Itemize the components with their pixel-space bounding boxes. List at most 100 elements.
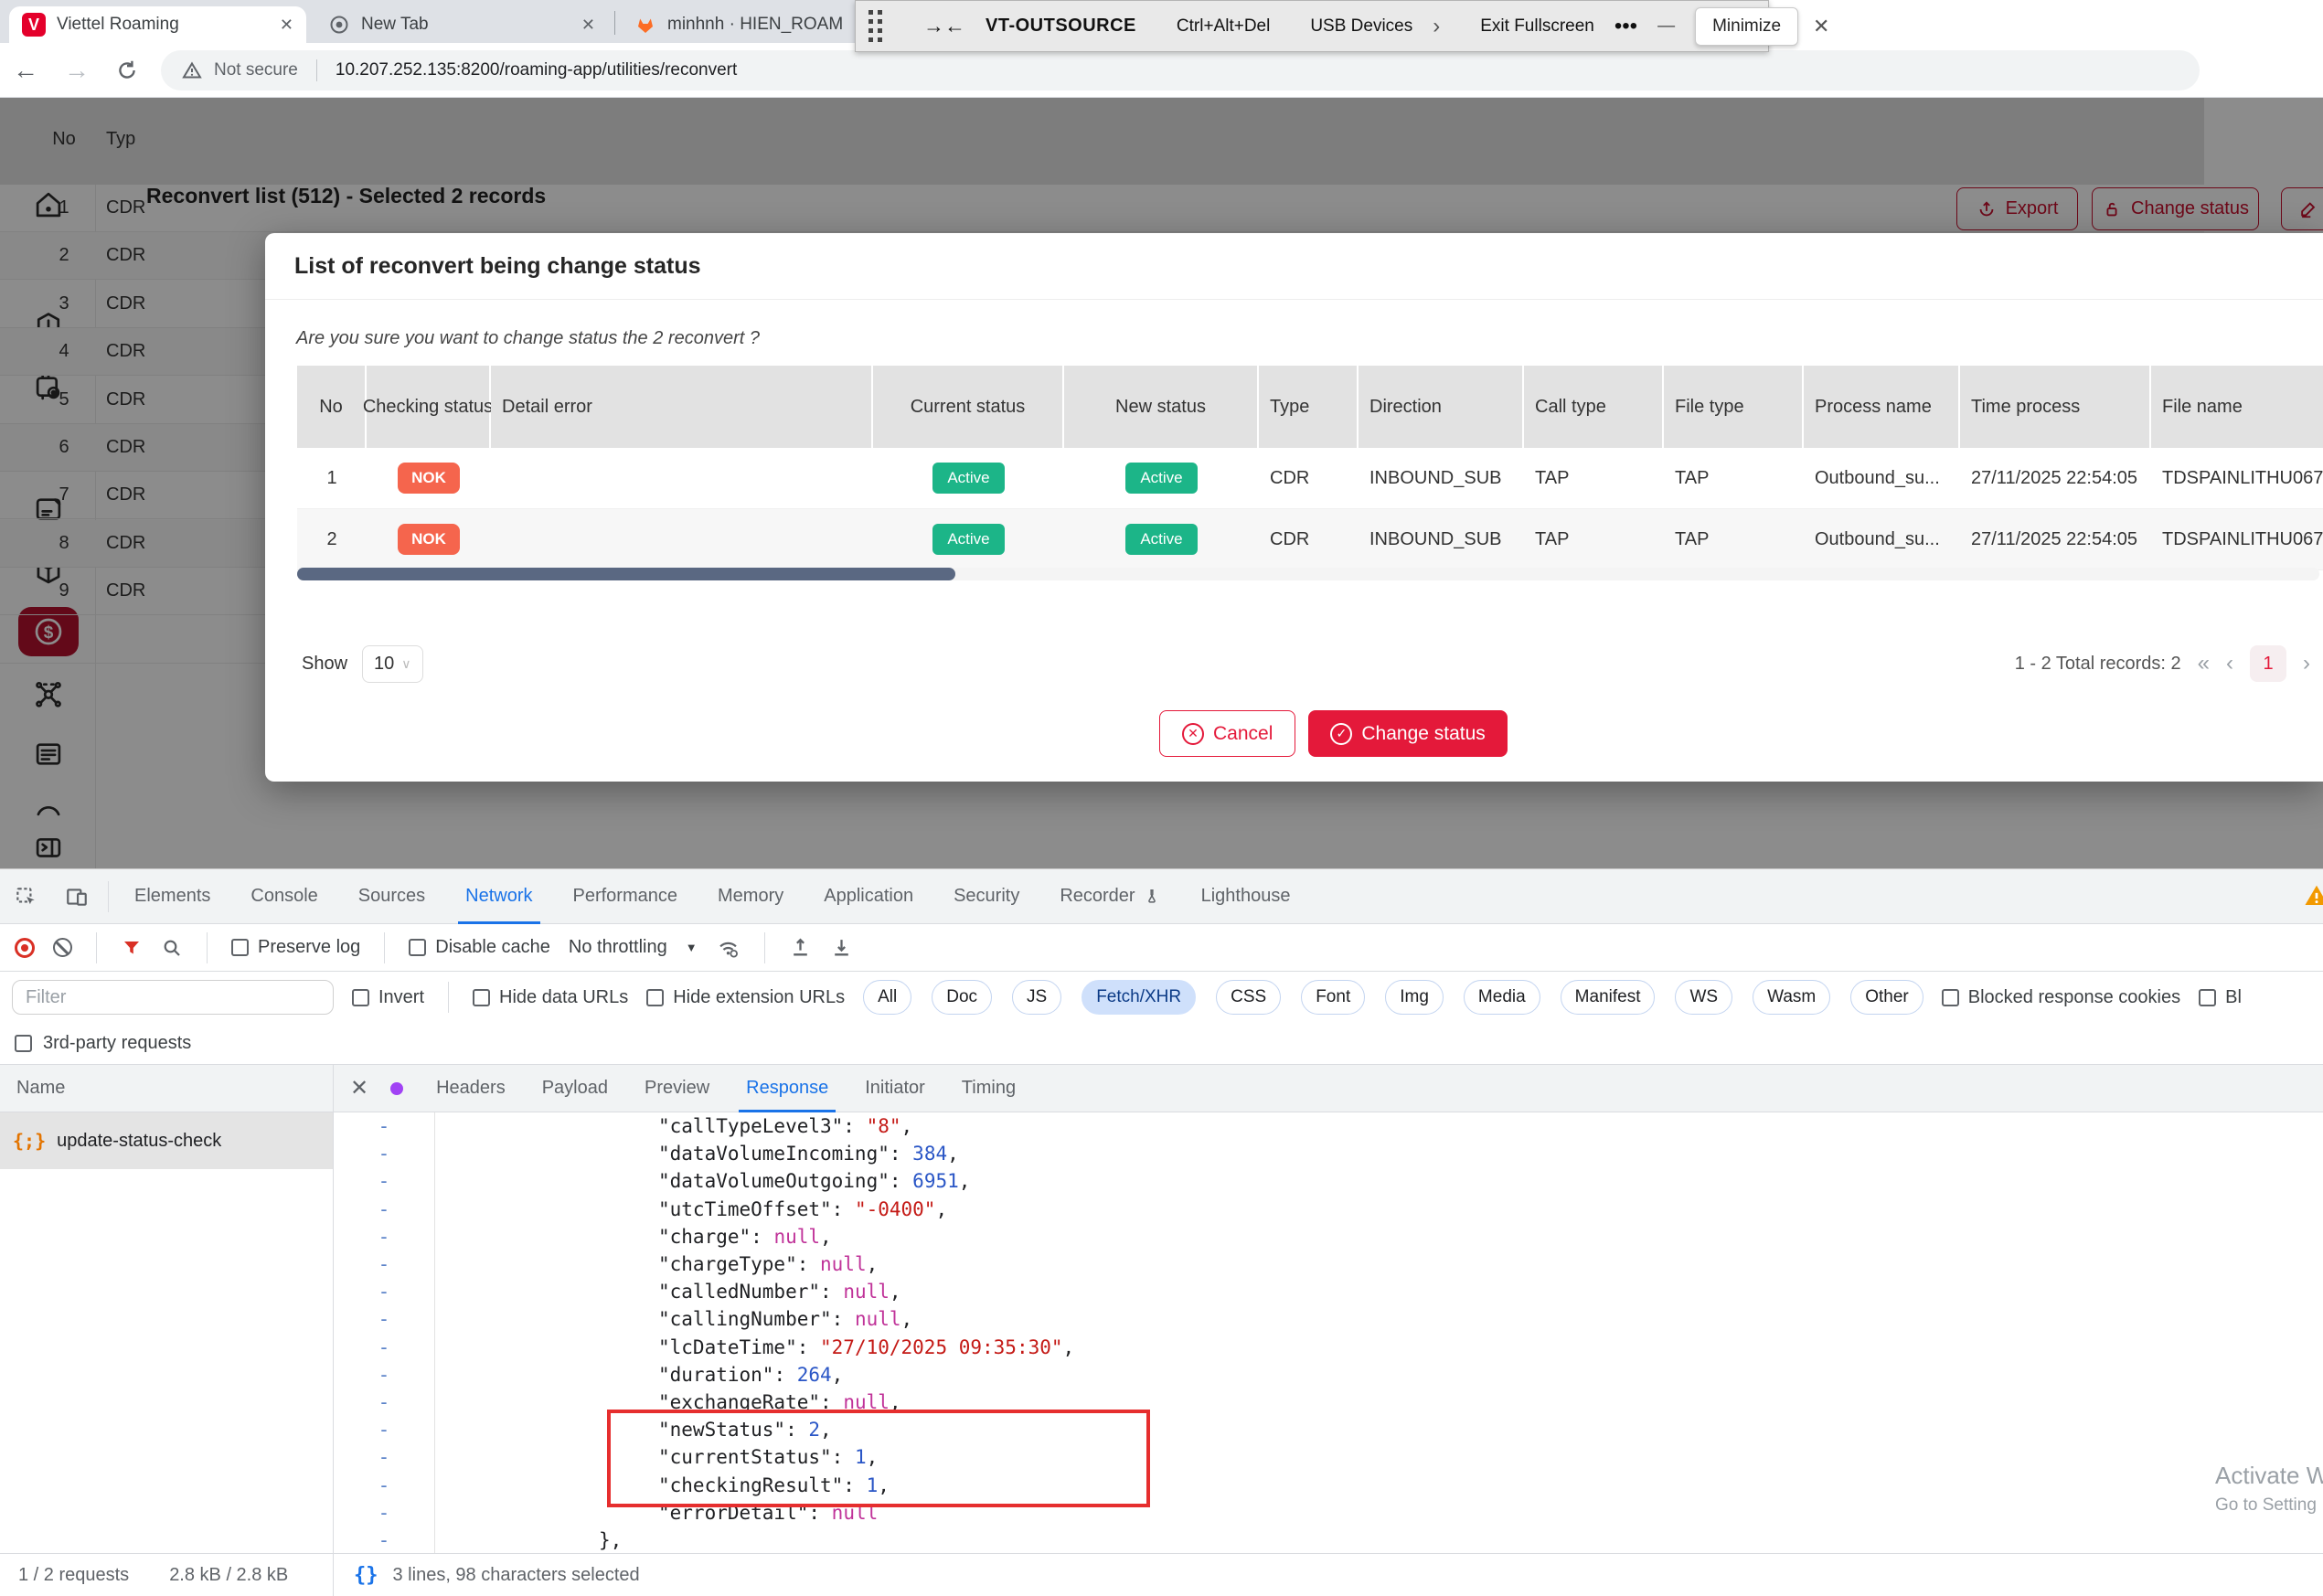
filter-pill-js[interactable]: JS — [1012, 980, 1061, 1015]
filter-pill-font[interactable]: Font — [1301, 980, 1365, 1015]
fold-marker[interactable]: - — [334, 1474, 434, 1496]
fold-marker[interactable]: - — [334, 1391, 434, 1413]
request-row-selected[interactable]: {;} update-status-check — [0, 1112, 333, 1169]
devtools-tab-console[interactable]: Console — [230, 869, 337, 924]
tab-new-tab[interactable]: New Tab ✕ — [315, 6, 608, 43]
filter-pill-wasm[interactable]: Wasm — [1753, 980, 1830, 1015]
cancel-button[interactable]: ✕ Cancel — [1159, 710, 1295, 757]
window-blank-area — [1769, 0, 2323, 43]
devtools-tab-recorder[interactable]: Recorder — [1039, 869, 1180, 924]
minimize-icon[interactable]: — — [1657, 16, 1675, 37]
issues-warning-icon[interactable] — [2303, 882, 2323, 910]
scrollbar-thumb[interactable] — [297, 568, 955, 580]
third-party-checkbox[interactable] — [15, 1035, 32, 1052]
filter-pill-css[interactable]: CSS — [1216, 980, 1281, 1015]
preserve-log-checkbox[interactable]: Preserve log — [231, 937, 360, 958]
filter-input[interactable] — [12, 980, 334, 1015]
filter-pill-doc[interactable]: Doc — [932, 980, 992, 1015]
prev-page-button[interactable]: ‹ — [2226, 651, 2233, 676]
page-size-select[interactable]: 10∨ — [362, 645, 423, 683]
tab-close-icon[interactable]: ✕ — [581, 16, 595, 35]
fold-marker[interactable]: - — [334, 1281, 434, 1303]
devtools-tab-elements[interactable]: Elements — [114, 869, 230, 924]
requests-name-header[interactable]: Name — [0, 1065, 333, 1112]
drag-grip-icon[interactable] — [868, 10, 883, 43]
fold-marker[interactable]: - — [334, 1446, 434, 1468]
hide-extension-urls-checkbox[interactable]: Hide extension URLs — [646, 987, 845, 1008]
modal-cell — [491, 448, 873, 508]
devtools-tab-application[interactable]: Application — [804, 869, 933, 924]
fold-marker[interactable]: - — [334, 1419, 434, 1441]
close-detail-icon[interactable]: ✕ — [350, 1075, 368, 1101]
search-icon[interactable] — [161, 937, 183, 959]
filter-pill-media[interactable]: Media — [1464, 980, 1540, 1015]
forward-button[interactable]: → — [51, 56, 102, 85]
fit-window-icon[interactable]: →← — [923, 14, 965, 38]
tab-close-icon[interactable]: ✕ — [280, 16, 293, 35]
devtools-tab-performance[interactable]: Performance — [553, 869, 698, 924]
address-bar[interactable]: Not secure 10.207.252.135:8200/roaming-a… — [161, 50, 2200, 90]
filter-pill-manifest[interactable]: Manifest — [1561, 980, 1656, 1015]
not-secure-warning-icon[interactable] — [181, 59, 203, 81]
fold-marker[interactable]: - — [334, 1226, 434, 1248]
next-page-button[interactable]: › — [2303, 651, 2310, 676]
hide-data-urls-checkbox[interactable]: Hide data URLs — [473, 987, 628, 1008]
detail-tab-response[interactable]: Response — [728, 1065, 847, 1112]
devtools-tab-lighthouse[interactable]: Lighthouse — [1181, 869, 1311, 924]
export-har-icon[interactable] — [830, 936, 853, 959]
chevron-right-icon[interactable]: › — [1433, 14, 1440, 39]
disable-cache-checkbox[interactable]: Disable cache — [409, 937, 550, 958]
devtools-tab-network[interactable]: Network — [445, 869, 552, 924]
device-toolbar-icon[interactable] — [51, 885, 102, 909]
detail-tab-headers[interactable]: Headers — [418, 1065, 524, 1112]
blocked-requests-checkbox[interactable]: Bl — [2199, 987, 2242, 1008]
fold-marker[interactable]: - — [334, 1336, 434, 1358]
modal-cell: 1 — [297, 448, 367, 508]
filter-pill-fetch-xhr[interactable]: Fetch/XHR — [1082, 980, 1196, 1015]
ctrl-alt-del-button[interactable]: Ctrl+Alt+Del — [1177, 16, 1270, 37]
usb-devices-button[interactable]: USB Devices — [1310, 16, 1412, 37]
filter-pill-all[interactable]: All — [863, 980, 911, 1015]
fold-marker[interactable]: - — [334, 1198, 434, 1220]
network-conditions-icon[interactable] — [716, 935, 741, 960]
more-options-icon[interactable]: ••• — [1614, 14, 1637, 39]
horizontal-scrollbar[interactable] — [297, 568, 2319, 580]
filter-pill-other[interactable]: Other — [1850, 980, 1923, 1015]
detail-tab-initiator[interactable]: Initiator — [847, 1065, 943, 1112]
tab-gitlab[interactable]: minhnh · HIEN_ROAMING · — [622, 6, 855, 43]
fold-marker[interactable]: - — [334, 1529, 434, 1551]
fold-marker[interactable]: - — [334, 1308, 434, 1330]
blocked-cookies-checkbox[interactable]: Blocked response cookies — [1942, 987, 2180, 1008]
clear-network-log-button[interactable] — [53, 938, 72, 957]
inspect-element-icon[interactable] — [0, 885, 51, 909]
filter-funnel-icon[interactable] — [121, 937, 143, 959]
devtools-tab-sources[interactable]: Sources — [338, 869, 445, 924]
import-har-icon[interactable] — [789, 936, 812, 959]
fold-marker[interactable]: - — [334, 1502, 434, 1524]
fold-marker[interactable]: - — [334, 1170, 434, 1192]
detail-tab-payload[interactable]: Payload — [524, 1065, 626, 1112]
filter-pill-img[interactable]: Img — [1385, 980, 1444, 1015]
tab-viettel-roaming[interactable]: V Viettel Roaming ✕ — [9, 6, 306, 43]
fold-marker[interactable]: - — [334, 1364, 434, 1386]
detail-tab-timing[interactable]: Timing — [943, 1065, 1034, 1112]
pretty-print-toggle[interactable]: {} — [354, 1564, 378, 1587]
close-icon[interactable]: ✕ — [1813, 15, 1829, 38]
fold-marker[interactable]: - — [334, 1143, 434, 1165]
reload-button[interactable] — [115, 59, 139, 82]
devtools-tab-security[interactable]: Security — [933, 869, 1039, 924]
back-button[interactable]: ← — [0, 56, 51, 85]
change-status-confirm-button[interactable]: ✓ Change status — [1308, 710, 1507, 757]
devtools-tab-memory[interactable]: Memory — [698, 869, 804, 924]
filter-pill-ws[interactable]: WS — [1675, 980, 1732, 1015]
invert-checkbox[interactable]: Invert — [352, 987, 424, 1008]
first-page-button[interactable]: « — [2198, 651, 2210, 676]
fold-marker[interactable]: - — [334, 1253, 434, 1275]
detail-tab-preview[interactable]: Preview — [626, 1065, 728, 1112]
minimize-button[interactable]: Minimize — [1695, 7, 1798, 46]
fold-marker[interactable]: - — [334, 1115, 434, 1137]
record-network-log-button[interactable] — [15, 938, 35, 958]
current-page[interactable]: 1 — [2250, 645, 2286, 682]
throttling-select[interactable]: No throttling▼ — [569, 937, 698, 958]
exit-fullscreen-button[interactable]: Exit Fullscreen — [1480, 16, 1594, 37]
